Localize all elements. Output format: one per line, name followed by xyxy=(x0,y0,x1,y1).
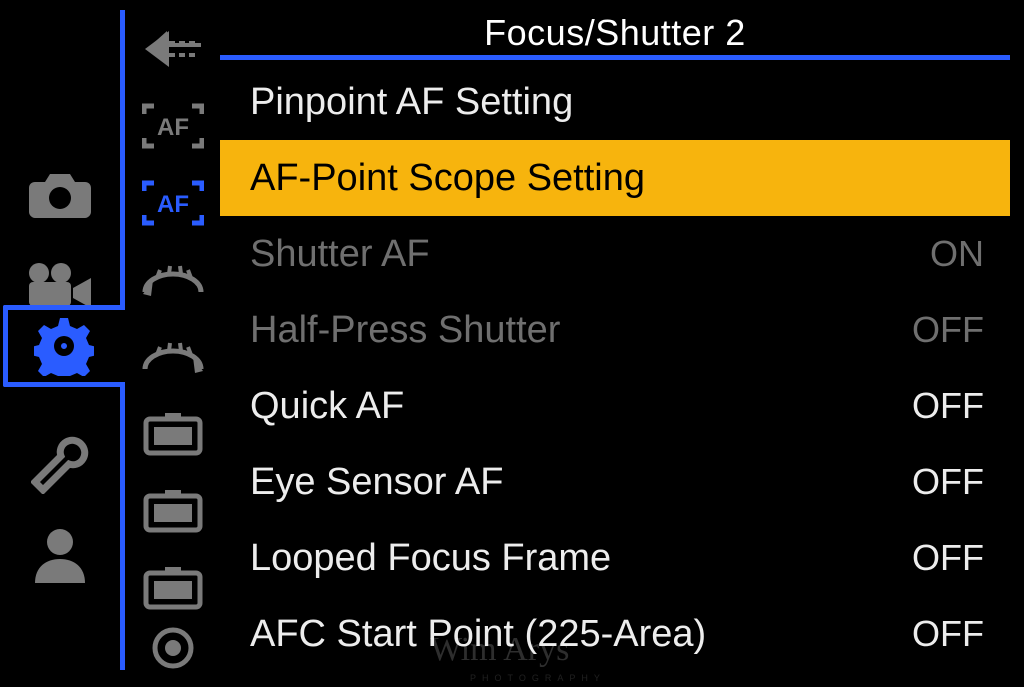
subtab-dial-2[interactable] xyxy=(125,318,220,395)
row-pinpoint-af[interactable]: Pinpoint AF Setting xyxy=(220,64,1010,140)
page-title-text: Focus/Shutter 2 xyxy=(484,12,746,54)
row-quick-af[interactable]: Quick AF OFF xyxy=(220,368,1010,444)
back-icon xyxy=(145,29,201,69)
row-label: Half-Press Shutter xyxy=(250,309,560,352)
row-looped-focus-frame[interactable]: Looped Focus Frame OFF xyxy=(220,520,1010,596)
row-af-point-scope[interactable]: AF-Point Scope Setting xyxy=(220,140,1010,216)
row-value: OFF xyxy=(912,613,984,655)
row-afc-start-point[interactable]: AFC Start Point (225-Area) OFF xyxy=(220,596,1010,672)
camera-menu-screen: AF AF Focus/Shutter 2 Pinpoint AF Settin… xyxy=(0,0,1024,687)
user-icon xyxy=(33,527,87,583)
subtab-af-1[interactable]: AF xyxy=(125,87,220,164)
subtab-monitor-3[interactable] xyxy=(125,549,220,626)
video-icon xyxy=(27,262,93,308)
page-title: Focus/Shutter 2 xyxy=(220,10,1010,60)
subtab-lens[interactable] xyxy=(125,626,220,670)
row-label: Pinpoint AF Setting xyxy=(250,81,573,124)
primary-tab-selected-frame xyxy=(3,305,120,387)
lens-icon xyxy=(151,626,195,670)
row-shutter-af: Shutter AF ON xyxy=(220,216,1010,292)
row-label: AFC Start Point (225-Area) xyxy=(250,613,706,656)
row-label: Quick AF xyxy=(250,385,404,428)
row-eye-sensor-af[interactable]: Eye Sensor AF OFF xyxy=(220,444,1010,520)
wrench-icon xyxy=(31,436,89,494)
subtab-monitor-2[interactable] xyxy=(125,472,220,549)
subtab-af-2[interactable]: AF xyxy=(125,164,220,241)
subtab-dial-1[interactable] xyxy=(125,241,220,318)
settings-list: Pinpoint AF Setting AF-Point Scope Setti… xyxy=(220,64,1010,672)
row-value: OFF xyxy=(912,309,984,351)
row-value: ON xyxy=(930,233,984,275)
watermark-sub: PHOTOGRAPHY xyxy=(470,673,606,683)
secondary-tab-bar: AF AF xyxy=(120,10,220,670)
row-value: OFF xyxy=(912,461,984,503)
row-half-press-shutter: Half-Press Shutter OFF xyxy=(220,292,1010,368)
camera-icon xyxy=(29,172,91,218)
row-label: Looped Focus Frame xyxy=(250,537,611,580)
gear-icon xyxy=(34,316,94,376)
subtab-back[interactable] xyxy=(125,10,220,87)
row-label: Eye Sensor AF xyxy=(250,461,503,504)
svg-text:AF: AF xyxy=(157,114,189,141)
af-blue-icon: AF xyxy=(142,179,204,227)
dial-forward-icon xyxy=(139,335,207,379)
lcd3-icon xyxy=(143,565,203,611)
dial-back-icon xyxy=(139,258,207,302)
row-value: OFF xyxy=(912,385,984,427)
lcd2-icon xyxy=(143,488,203,534)
row-label: Shutter AF xyxy=(250,233,430,276)
row-value: OFF xyxy=(912,537,984,579)
tab-setup[interactable] xyxy=(0,420,120,510)
tab-photo[interactable] xyxy=(0,150,120,240)
subtab-monitor-1[interactable] xyxy=(125,395,220,472)
svg-text:AF: AF xyxy=(157,191,189,218)
row-label: AF-Point Scope Setting xyxy=(250,157,645,200)
lcd1-icon xyxy=(143,411,203,457)
tab-mymenu[interactable] xyxy=(0,510,120,600)
af-gray-icon: AF xyxy=(142,102,204,150)
